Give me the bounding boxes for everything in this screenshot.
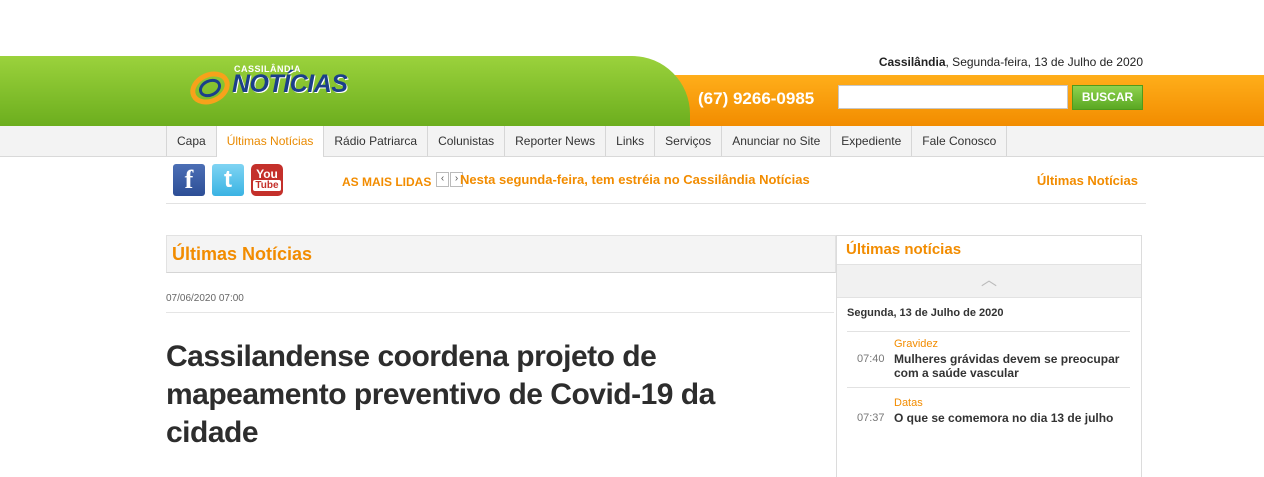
section-title: Últimas Notícias [172,244,313,264]
divider [847,331,1130,332]
news-category: Gravidez [894,338,939,350]
news-category: Datas [894,397,923,409]
news-headline[interactable]: O que se comemora no dia 13 de julho [894,411,1130,425]
search-button[interactable]: BUSCAR [1072,85,1143,110]
nav-item-reporter-news[interactable]: Reporter News [504,126,606,156]
news-time: 07:40 [857,353,885,365]
section-header: Últimas Notícias [166,235,836,273]
nav-item-ultimas-noticias[interactable]: Últimas Notícias [215,126,324,157]
sidebar-day: Segunda, 13 de Julho de 2020 [847,307,1004,319]
nav-item-radio-patriarca[interactable]: Rádio Patriarca [323,126,428,156]
news-headline[interactable]: Mulheres grávidas devem se preocupar com… [894,352,1130,380]
most-read-label: AS MAIS LIDAS [342,175,432,189]
youtube-you-text: You [256,167,278,181]
chevron-left-icon[interactable]: ‹ [436,172,449,187]
nav-item-fale-conosco[interactable]: Fale Conosco [911,126,1008,156]
article-title: Cassilandense coordena projeto de mapeam… [166,340,715,449]
logo-title: NOTÍCIAS [232,70,348,98]
divider [847,387,1130,388]
nav-item-colunistas[interactable]: Colunistas [427,126,505,156]
chevron-up-icon[interactable]: ︿ [837,264,1141,298]
publish-date: 07/06/2020 07:00 [166,293,244,304]
nav-item-links[interactable]: Links [605,126,655,156]
youtube-icon[interactable]: You Tube [251,164,283,196]
latest-news-link[interactable]: Últimas Notícias [1037,173,1138,188]
sidebar-latest-news: Últimas notícias ︿ Segunda, 13 de Julho … [836,235,1142,477]
facebook-icon[interactable]: f [173,164,205,196]
news-time: 07:37 [857,412,885,424]
youtube-tube-text: Tube [253,180,281,191]
ticker-controls: ‹ › [436,172,463,187]
twitter-icon[interactable]: t [212,164,244,196]
nav-item-servicos[interactable]: Serviços [654,126,722,156]
site-logo[interactable]: CASSILÂNDIA NOTÍCIAS [188,64,348,110]
divider [166,203,1146,204]
search-input[interactable] [838,85,1068,109]
nav-item-expediente[interactable]: Expediente [830,126,912,156]
logo-swirl-icon [190,71,230,105]
nav-item-anunciar[interactable]: Anunciar no Site [721,126,831,156]
phone-number: (67) 9266-0985 [698,89,815,108]
divider [166,312,834,313]
sidebar-title: Últimas notícias [846,241,962,258]
nav-item-capa[interactable]: Capa [166,126,216,156]
social-links: f t You Tube [173,164,283,196]
ticker-headline-link[interactable]: Nesta segunda-feira, tem estréia no Cass… [460,172,810,187]
main-nav: Capa Últimas Notícias Rádio Patriarca Co… [166,126,1008,157]
